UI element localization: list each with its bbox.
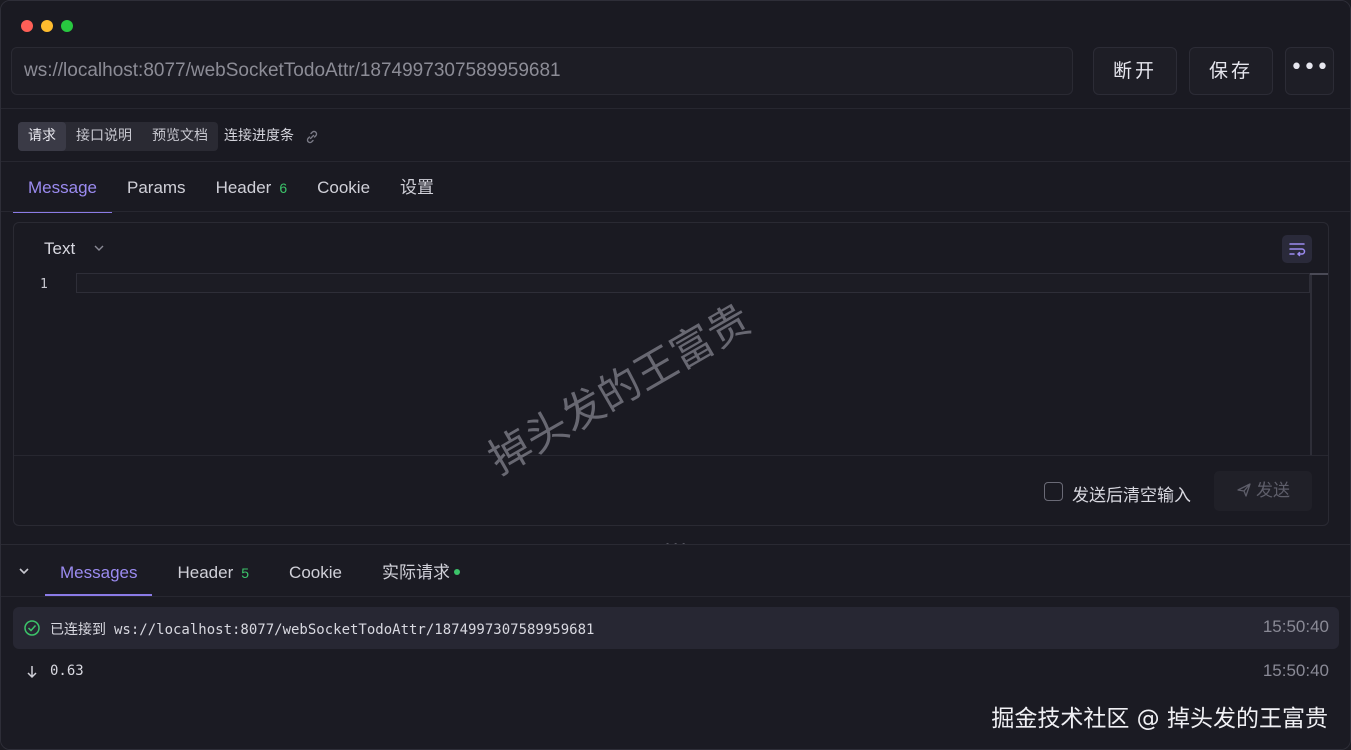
minimize-window-button[interactable]: [41, 20, 53, 32]
header-count-badge: 6: [279, 180, 288, 196]
url-bar: 断开 保存 •••: [1, 45, 1350, 109]
divider: [1, 161, 1350, 162]
disconnect-button[interactable]: 断开: [1093, 47, 1177, 95]
clear-after-send-label[interactable]: 发送后清空输入: [1072, 481, 1191, 506]
tabs-divider: [1, 211, 1350, 212]
word-wrap-button[interactable]: [1282, 235, 1312, 263]
status-dot: [453, 569, 460, 575]
message-text: 已连接到 ws://localhost:8077/webSocketTodoAtt…: [50, 619, 594, 639]
maximize-window-button[interactable]: [61, 20, 73, 32]
check-circle-icon: [24, 620, 40, 636]
body-type-select[interactable]: Text: [44, 239, 75, 259]
message-row[interactable]: 已连接到 ws://localhost:8077/webSocketTodoAtt…: [13, 607, 1339, 649]
tab-response-header-label: Header: [177, 563, 234, 582]
message-time: 15:50:40: [1262, 661, 1329, 680]
app-window: 断开 保存 ••• 请求 接口说明 预览文档 连接进度条 Message Par…: [0, 0, 1351, 750]
response-header-count-badge: 5: [241, 565, 250, 581]
scrollbar-thumb[interactable]: [1310, 273, 1328, 275]
subtab-api-description[interactable]: 接口说明: [66, 122, 142, 151]
message-row[interactable]: 0.63 15:50:40: [13, 651, 1339, 693]
collapse-chevron-icon[interactable]: [17, 564, 31, 578]
wrap-lines-icon: [1289, 243, 1306, 257]
editor-footer-divider: [14, 455, 1328, 456]
subtab-request[interactable]: 请求: [18, 122, 66, 151]
response-tabs: Messages Header 5 Cookie 实际请求: [45, 552, 485, 596]
tab-cookie[interactable]: Cookie: [302, 167, 385, 213]
websocket-url-input[interactable]: [11, 47, 1073, 95]
message-text: 0.63: [50, 663, 84, 679]
send-button[interactable]: 发送: [1214, 471, 1312, 511]
tab-header[interactable]: Header 6: [201, 167, 303, 213]
tab-response-header[interactable]: Header 5: [162, 552, 264, 596]
send-label: 发送: [1256, 481, 1290, 501]
tab-header-label: Header: [215, 178, 272, 197]
arrow-down-icon: [27, 666, 37, 679]
tab-response-cookie[interactable]: Cookie: [274, 552, 357, 596]
save-button[interactable]: 保存: [1189, 47, 1273, 95]
message-status: 已连接到: [50, 622, 106, 638]
clear-after-send-checkbox[interactable]: [1044, 482, 1063, 501]
title-bar: [1, 1, 1350, 45]
more-options-button[interactable]: •••: [1285, 47, 1334, 95]
message-url: ws://localhost:8077/webSocketTodoAttr/18…: [114, 622, 595, 638]
send-icon: [1237, 483, 1251, 497]
tab-settings[interactable]: 设置: [385, 167, 449, 213]
link-icon[interactable]: [304, 129, 320, 145]
response-tabs-divider: [1, 596, 1350, 597]
close-window-button[interactable]: [21, 20, 33, 32]
editor-scrollbar[interactable]: [1310, 273, 1312, 455]
request-subtabs: 请求 接口说明 预览文档 连接进度条: [18, 122, 320, 151]
message-time: 15:50:40: [1262, 617, 1329, 636]
tab-message[interactable]: Message: [13, 167, 112, 213]
chevron-down-icon[interactable]: [92, 241, 106, 255]
request-tabs: Message Params Header 6 Cookie 设置: [13, 167, 449, 213]
tab-params[interactable]: Params: [112, 167, 201, 213]
connection-progress-label[interactable]: 连接进度条: [224, 122, 294, 151]
current-line-highlight: [76, 273, 1310, 293]
line-number: 1: [40, 277, 48, 292]
tab-messages[interactable]: Messages: [45, 552, 153, 596]
corner-watermark: 掘金技术社区 @ 掉头发的王富贵: [991, 706, 1328, 732]
tab-actual-request-label: 实际请求: [381, 563, 450, 582]
subtab-preview-doc[interactable]: 预览文档: [142, 122, 218, 151]
tab-actual-request[interactable]: 实际请求: [367, 552, 475, 596]
subtab-group: 请求 接口说明 预览文档: [18, 122, 218, 151]
